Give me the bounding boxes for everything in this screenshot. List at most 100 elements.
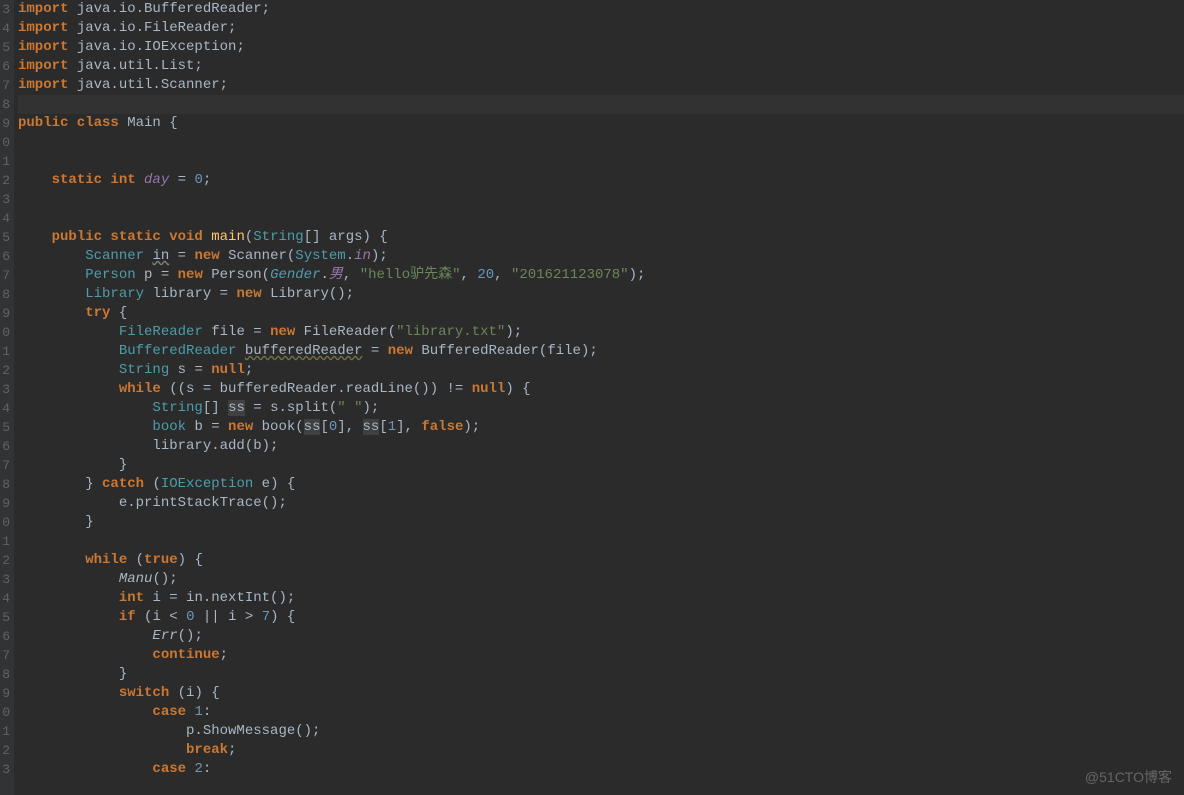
code-token: ,	[343, 267, 360, 283]
code-line[interactable]: book b = new book(ss[0], ss[1], false);	[18, 418, 1184, 437]
code-token: while	[85, 552, 135, 568]
code-line[interactable]: import java.io.FileReader;	[18, 19, 1184, 38]
line-number: 0	[2, 323, 10, 342]
code-line[interactable]: String s = null;	[18, 361, 1184, 380]
code-line[interactable]: }	[18, 513, 1184, 532]
code-token: ;	[245, 362, 253, 378]
code-token: public static void	[52, 229, 212, 245]
code-line[interactable]: Err();	[18, 627, 1184, 646]
code-token	[18, 229, 52, 245]
line-number: 2	[2, 361, 10, 380]
code-token: [] args) {	[304, 229, 388, 245]
code-line[interactable]	[18, 190, 1184, 209]
line-number: 1	[2, 532, 10, 551]
code-line[interactable]: case 1:	[18, 703, 1184, 722]
code-line[interactable]: Person p = new Person(Gender.男, "hello驴先…	[18, 266, 1184, 285]
code-token: Scanner	[85, 248, 152, 264]
code-token: ();	[178, 628, 203, 644]
code-token: Library();	[270, 286, 354, 302]
code-token	[18, 571, 119, 587]
code-line[interactable]: BufferedReader bufferedReader = new Buff…	[18, 342, 1184, 361]
code-line[interactable]: import java.util.Scanner;	[18, 76, 1184, 95]
line-number: 5	[2, 608, 10, 627]
code-line[interactable]: public static void main(String[] args) {	[18, 228, 1184, 247]
code-line[interactable]: while (true) {	[18, 551, 1184, 570]
code-line[interactable]: }	[18, 456, 1184, 475]
code-line[interactable]: String[] ss = s.split(" ");	[18, 399, 1184, 418]
code-token	[18, 400, 152, 416]
code-token: import	[18, 1, 77, 17]
line-number: 8	[2, 95, 10, 114]
code-line[interactable]	[18, 95, 1184, 114]
code-line[interactable]: import java.util.List;	[18, 57, 1184, 76]
code-token: new	[194, 248, 228, 264]
code-token	[18, 628, 152, 644]
code-line[interactable]: continue;	[18, 646, 1184, 665]
code-line[interactable]: switch (i) {	[18, 684, 1184, 703]
code-line[interactable]: Library library = new Library();	[18, 285, 1184, 304]
code-token: bufferedReader	[245, 343, 363, 359]
code-line[interactable]: case 2:	[18, 760, 1184, 779]
code-token: ((s = bufferedReader.readLine()) !=	[169, 381, 471, 397]
code-token: ss	[304, 419, 321, 435]
code-line[interactable]: try {	[18, 304, 1184, 323]
code-token	[18, 324, 119, 340]
code-token: null	[472, 381, 506, 397]
code-token: Scanner(	[228, 248, 295, 264]
code-token: ();	[152, 571, 177, 587]
code-token: (	[136, 552, 144, 568]
code-token: 2	[194, 761, 202, 777]
code-token: new	[228, 419, 262, 435]
line-number: 9	[2, 494, 10, 513]
code-token	[18, 590, 119, 606]
code-line[interactable]: while ((s = bufferedReader.readLine()) !…	[18, 380, 1184, 399]
code-area[interactable]: import java.io.BufferedReader;import jav…	[14, 0, 1184, 795]
code-line[interactable]	[18, 133, 1184, 152]
code-token: new	[178, 267, 212, 283]
code-line[interactable]: break;	[18, 741, 1184, 760]
line-number: 7	[2, 456, 10, 475]
code-line[interactable]	[18, 532, 1184, 551]
code-token: BufferedReader(file);	[421, 343, 597, 359]
code-line[interactable]: FileReader file = new FileReader("librar…	[18, 323, 1184, 342]
code-line[interactable]: int i = in.nextInt();	[18, 589, 1184, 608]
code-token: (	[245, 229, 253, 245]
code-token	[18, 552, 85, 568]
code-line[interactable]: Manu();	[18, 570, 1184, 589]
code-token: " "	[337, 400, 362, 416]
code-token: String	[152, 400, 202, 416]
code-line[interactable]: import java.io.BufferedReader;	[18, 0, 1184, 19]
line-number-gutter: 3456789012345678901234567890123456789012…	[0, 0, 14, 795]
line-number: 5	[2, 228, 10, 247]
line-number: 9	[2, 684, 10, 703]
code-token: = s.split(	[245, 400, 337, 416]
line-number: 3	[2, 380, 10, 399]
code-token: ) {	[505, 381, 530, 397]
code-line[interactable]: public class Main {	[18, 114, 1184, 133]
code-line[interactable]	[18, 209, 1184, 228]
code-token: :	[203, 761, 211, 777]
line-number: 7	[2, 646, 10, 665]
code-line[interactable]: e.printStackTrace();	[18, 494, 1184, 513]
code-line[interactable]: import java.io.IOException;	[18, 38, 1184, 57]
code-token	[18, 172, 52, 188]
code-line[interactable]: } catch (IOException e) {	[18, 475, 1184, 494]
code-editor[interactable]: 3456789012345678901234567890123456789012…	[0, 0, 1184, 795]
code-line[interactable]: library.add(b);	[18, 437, 1184, 456]
code-line[interactable]: Scanner in = new Scanner(System.in);	[18, 247, 1184, 266]
code-token: import	[18, 39, 77, 55]
line-number: 6	[2, 437, 10, 456]
code-line[interactable]: p.ShowMessage();	[18, 722, 1184, 741]
code-token: public class	[18, 115, 127, 131]
code-token: System	[295, 248, 345, 264]
code-line[interactable]: }	[18, 665, 1184, 684]
code-line[interactable]: static int day = 0;	[18, 171, 1184, 190]
code-token: (i) {	[178, 685, 220, 701]
code-token: p.ShowMessage();	[18, 723, 320, 739]
code-line[interactable]	[18, 152, 1184, 171]
code-token: ,	[494, 267, 511, 283]
code-line[interactable]: if (i < 0 || i > 7) {	[18, 608, 1184, 627]
code-token	[18, 362, 119, 378]
line-number: 4	[2, 19, 10, 38]
code-token: e.printStackTrace();	[18, 495, 287, 511]
